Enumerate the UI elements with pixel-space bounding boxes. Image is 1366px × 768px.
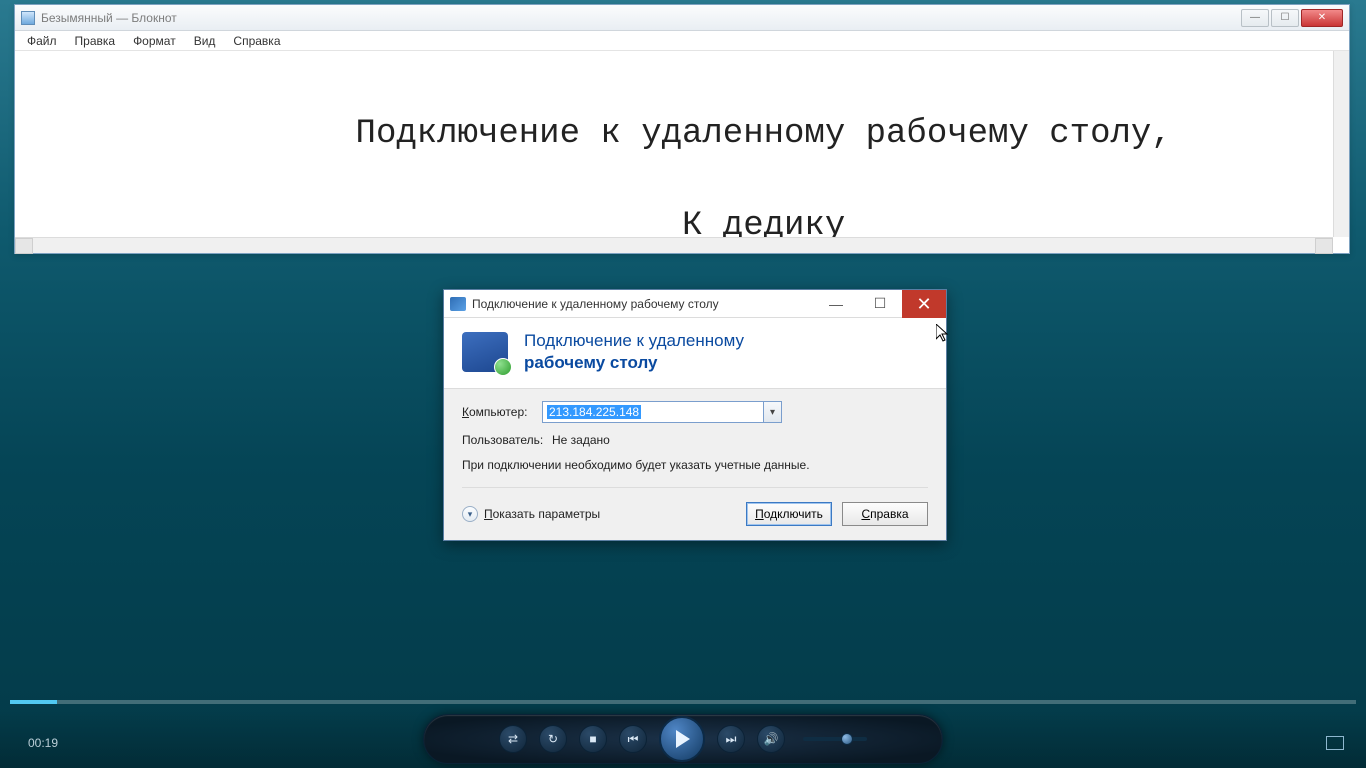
rdp-banner-text: Подключение к удаленному рабочему столу bbox=[524, 330, 744, 374]
chevron-down-icon: ▾ bbox=[462, 506, 478, 522]
show-options-toggle[interactable]: ▾ Показать параметры bbox=[462, 506, 600, 522]
rdp-title: Подключение к удаленному рабочему столу bbox=[472, 297, 719, 311]
menu-edit[interactable]: Правка bbox=[67, 32, 124, 50]
menu-file[interactable]: Файл bbox=[19, 32, 65, 50]
chevron-down-icon[interactable]: ▾ bbox=[763, 402, 781, 422]
notepad-title: Безымянный — Блокнот bbox=[41, 11, 177, 25]
rdp-close-button[interactable]: ✕ bbox=[902, 290, 946, 318]
next-button[interactable]: ⏭ bbox=[717, 725, 745, 753]
computer-combobox[interactable]: 213.184.225.148 ▾ bbox=[542, 401, 782, 423]
divider bbox=[462, 487, 928, 488]
notepad-menubar: Файл Правка Формат Вид Справка bbox=[15, 31, 1349, 51]
notepad-line1: Подключение к удаленному рабочему столу, bbox=[356, 115, 1172, 153]
notepad-editor[interactable]: Подключение к удаленному рабочему столу,… bbox=[15, 51, 1349, 253]
menu-format[interactable]: Формат bbox=[125, 32, 184, 50]
close-button[interactable]: ✕ bbox=[1301, 9, 1343, 27]
volume-slider[interactable] bbox=[803, 737, 867, 741]
minimize-button[interactable]: — bbox=[1241, 9, 1269, 27]
media-cluster: ⇄ ↻ ■ ⏮ ⏭ 🔊 bbox=[423, 714, 943, 764]
user-value: Не задано bbox=[552, 433, 610, 447]
menu-view[interactable]: Вид bbox=[186, 32, 224, 50]
media-controls: ⇄ ↻ ■ ⏮ ⏭ 🔊 bbox=[0, 710, 1366, 768]
credentials-note: При подключении необходимо будет указать… bbox=[462, 457, 928, 473]
seek-bar[interactable] bbox=[10, 700, 1356, 704]
notepad-window: Безымянный — Блокнот — ☐ ✕ Файл Правка Ф… bbox=[14, 4, 1350, 254]
mute-button[interactable]: 🔊 bbox=[757, 725, 785, 753]
computer-value: 213.184.225.148 bbox=[547, 405, 641, 419]
menu-help[interactable]: Справка bbox=[225, 32, 288, 50]
computer-label: Компьютер: bbox=[462, 405, 542, 419]
user-label: Пользователь: bbox=[462, 433, 542, 447]
connect-button[interactable]: Подключить bbox=[746, 502, 832, 526]
rdp-titlebar[interactable]: Подключение к удаленному рабочему столу … bbox=[444, 290, 946, 318]
stop-button[interactable]: ■ bbox=[579, 725, 607, 753]
rdp-banner: Подключение к удаленному рабочему столу bbox=[444, 318, 946, 389]
vertical-scrollbar[interactable] bbox=[1333, 51, 1349, 237]
fullscreen-button[interactable] bbox=[1326, 736, 1344, 750]
rdp-minimize-button[interactable]: — bbox=[814, 290, 858, 318]
desktop: Безымянный — Блокнот — ☐ ✕ Файл Правка Ф… bbox=[0, 0, 1366, 768]
repeat-button[interactable]: ↻ bbox=[539, 725, 567, 753]
previous-button[interactable]: ⏮ bbox=[619, 725, 647, 753]
notepad-titlebar[interactable]: Безымянный — Блокнот — ☐ ✕ bbox=[15, 5, 1349, 31]
rdp-app-icon bbox=[450, 297, 466, 311]
shuffle-button[interactable]: ⇄ bbox=[499, 725, 527, 753]
seek-progress bbox=[10, 700, 57, 704]
help-button[interactable]: Справка bbox=[842, 502, 928, 526]
rdp-dialog: Подключение к удаленному рабочему столу … bbox=[443, 289, 947, 541]
rdp-maximize-button[interactable]: ☐ bbox=[858, 290, 902, 318]
notepad-icon bbox=[21, 11, 35, 25]
maximize-button[interactable]: ☐ bbox=[1271, 9, 1299, 27]
play-button[interactable] bbox=[659, 716, 705, 762]
rdp-banner-icon bbox=[462, 332, 508, 372]
horizontal-scrollbar[interactable] bbox=[15, 237, 1333, 253]
